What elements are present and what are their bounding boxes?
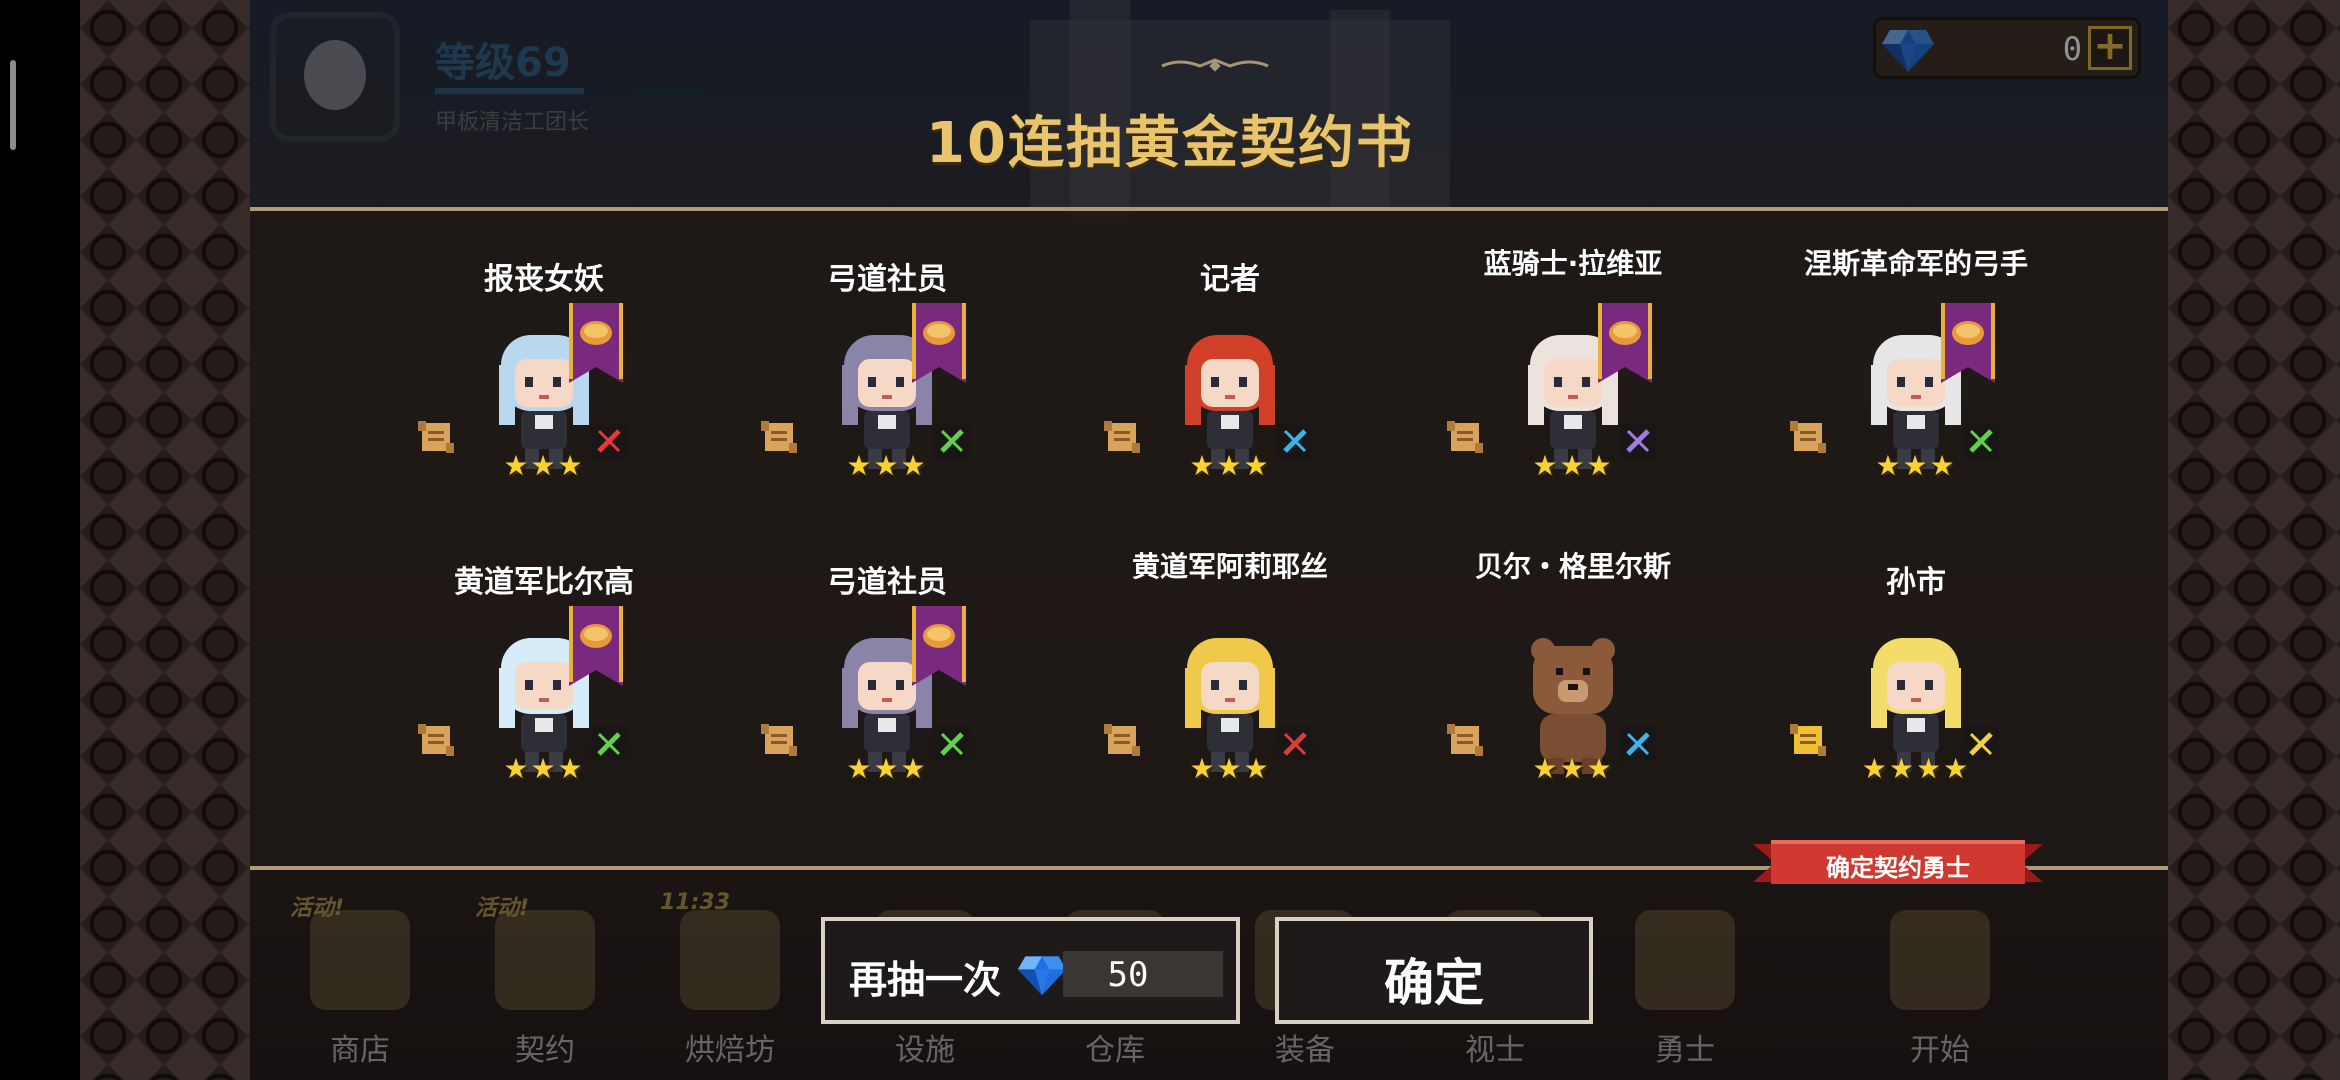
nav-label: 开始 bbox=[1910, 1033, 1970, 1068]
hero-card[interactable]: 黄道军阿莉耶丝 ★★★ bbox=[1080, 550, 1380, 866]
nav-label: 设施 bbox=[895, 1033, 955, 1068]
nav-badge: 活动! bbox=[290, 896, 345, 921]
draw-cost-box: 50 bbox=[1063, 951, 1223, 997]
hero-stars: ★★★ bbox=[846, 752, 928, 785]
nav-item[interactable]: 开始 bbox=[1870, 900, 2010, 1070]
confirm-label: 确定 bbox=[1384, 954, 1484, 1012]
hero-stars: ★★★ bbox=[1532, 449, 1614, 482]
hero-stars: ★★★ bbox=[1875, 449, 1957, 482]
nav-item[interactable]: 11:33 烘焙坊 bbox=[660, 890, 800, 1070]
bread-banner-icon bbox=[912, 606, 966, 686]
nav-label: 仓库 bbox=[1085, 1033, 1145, 1068]
bread-banner-icon bbox=[1941, 303, 1995, 383]
hero-stars: ★★★ bbox=[1189, 449, 1271, 482]
hero-card[interactable]: 弓道社员 ★★★ bbox=[737, 566, 1037, 866]
hero-stars: ★★★ bbox=[1532, 752, 1614, 785]
hero-name: 蓝骑士·拉维亚 bbox=[1483, 247, 1663, 280]
hero-stars: ★★★ bbox=[1189, 752, 1271, 785]
nav-label: 视士 bbox=[1465, 1033, 1525, 1068]
guaranteed-hero-label: 确定契约勇士 bbox=[1826, 854, 1970, 882]
hero-card[interactable]: 蓝骑士·拉维亚 ★★★ bbox=[1423, 247, 1723, 563]
hero-card[interactable]: 记者 ★★★ bbox=[1080, 263, 1380, 563]
bread-banner-icon bbox=[569, 606, 623, 686]
nav-item[interactable]: 活动! 契约 bbox=[475, 896, 615, 1070]
hero-card[interactable]: 涅斯革命军的弓手 ★★★ bbox=[1766, 247, 2066, 563]
nav-badge: 活动! bbox=[475, 896, 530, 921]
nav-icon bbox=[495, 910, 595, 1010]
confirm-button[interactable]: 确定 bbox=[1275, 917, 1593, 1024]
bread-banner-icon bbox=[1598, 303, 1652, 383]
hero-name: 涅斯革命军的弓手 bbox=[1803, 247, 2028, 280]
bread-banner-icon bbox=[912, 303, 966, 383]
hero-name: 报丧女妖 bbox=[484, 262, 604, 297]
nav-icon bbox=[1635, 910, 1735, 1010]
nav-label: 勇士 bbox=[1655, 1033, 1715, 1068]
hero-name: 黄道军比尔高 bbox=[454, 565, 634, 600]
nav-label: 契约 bbox=[515, 1033, 575, 1068]
page-title: 10连抽黄金契约书 bbox=[926, 111, 1414, 176]
draw-again-button[interactable]: 再抽一次 50 bbox=[821, 917, 1240, 1024]
hero-card[interactable]: 弓道社员 ★★★ bbox=[737, 263, 1037, 563]
draw-cost: 50 bbox=[1107, 955, 1149, 995]
nav-label: 商店 bbox=[330, 1033, 390, 1068]
nav-item[interactable]: 勇士 bbox=[1615, 900, 1755, 1070]
hero-stars: ★★★ bbox=[503, 449, 585, 482]
bread-banner-icon bbox=[569, 303, 623, 383]
nav-label: 烘焙坊 bbox=[685, 1033, 775, 1068]
hero-card[interactable]: 孙市 ★★★★ bbox=[1766, 566, 2066, 866]
hero-name: 弓道社员 bbox=[827, 565, 947, 600]
hero-stars: ★★★ bbox=[503, 752, 585, 785]
hero-card[interactable]: 黄道军比尔高 ★★★ bbox=[394, 566, 694, 866]
draw-results-panel: 报丧女妖 ★★★ 弓道社员 ★★★ 记者 ★★★ 蓝骑士·拉维亚 ★★★ 涅斯革命军的弓手 ★★★… bbox=[250, 207, 2168, 870]
nav-icon bbox=[310, 910, 410, 1010]
nav-icon bbox=[1890, 910, 1990, 1010]
hero-name: 记者 bbox=[1200, 262, 1260, 297]
hero-card[interactable]: 报丧女妖 ★★★ bbox=[394, 263, 694, 563]
nav-badge: 11:33 bbox=[660, 890, 731, 915]
nav-item[interactable]: 活动! 商店 bbox=[290, 896, 430, 1070]
hero-stars: ★★★★ bbox=[1861, 752, 1971, 785]
gem-icon bbox=[1017, 956, 1067, 996]
nav-icon bbox=[680, 910, 780, 1010]
hero-stars: ★★★ bbox=[846, 449, 928, 482]
hero-name: 弓道社员 bbox=[827, 262, 947, 297]
nav-label: 装备 bbox=[1275, 1033, 1335, 1068]
title-ornament bbox=[1161, 58, 1269, 72]
hero-name: 孙市 bbox=[1886, 565, 1946, 600]
hero-card[interactable]: 贝尔・格里尔斯 ★★★ bbox=[1423, 550, 1723, 866]
hero-name: 黄道军阿莉耶丝 bbox=[1131, 550, 1328, 583]
draw-again-label: 再抽一次 bbox=[849, 958, 1002, 1002]
hero-name: 贝尔・格里尔斯 bbox=[1474, 550, 1671, 583]
